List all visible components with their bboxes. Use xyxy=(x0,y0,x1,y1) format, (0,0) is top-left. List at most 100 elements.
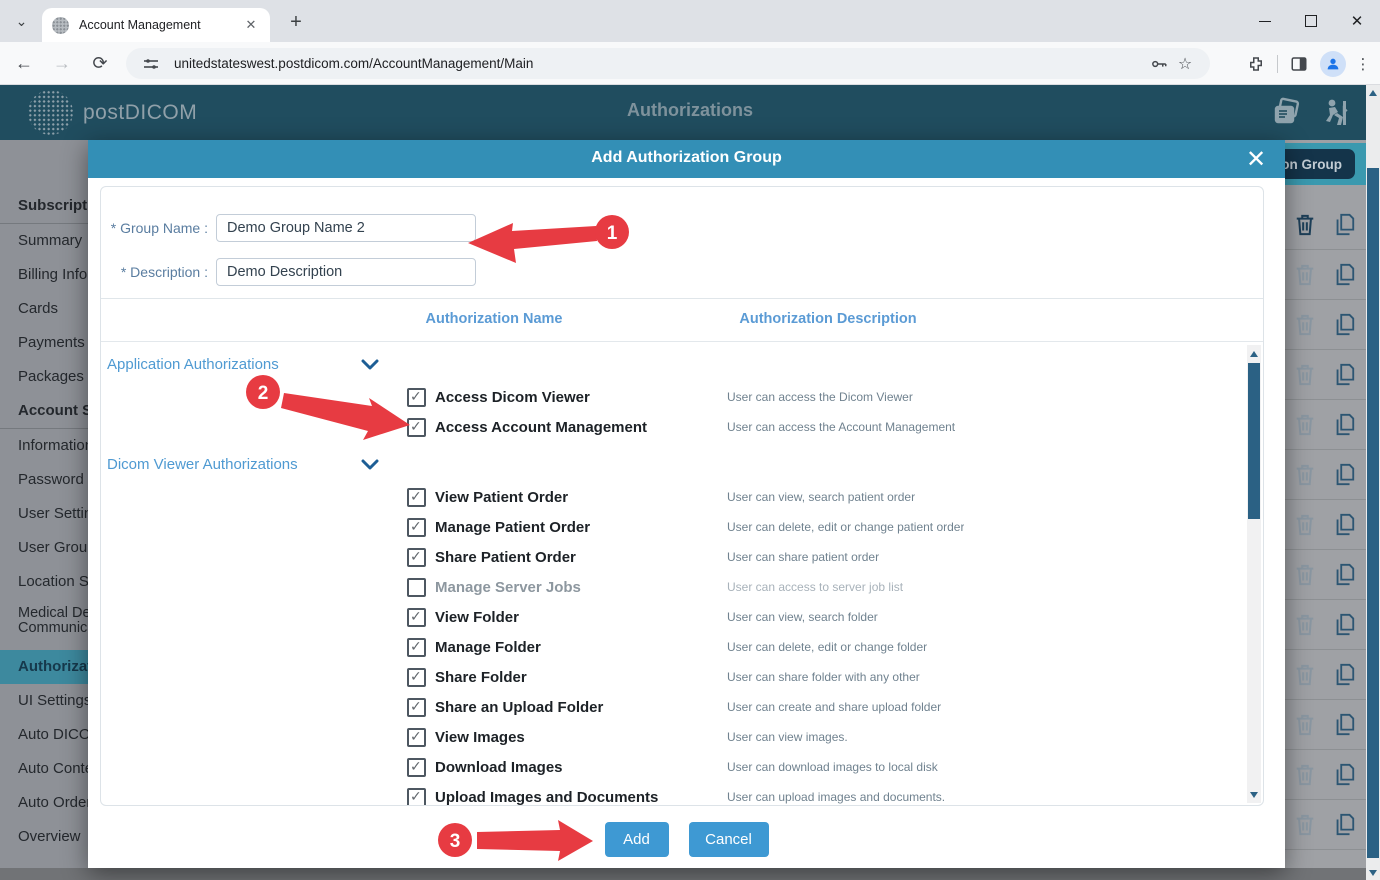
tab-search-button[interactable]: ⌄ xyxy=(8,8,35,35)
checkbox[interactable] xyxy=(407,518,426,537)
group-name-input[interactable] xyxy=(216,214,476,242)
copy-duplicate-icon[interactable] xyxy=(1332,262,1356,288)
checkbox[interactable] xyxy=(407,668,426,687)
delete-trash-icon[interactable] xyxy=(1294,813,1316,837)
copy-duplicate-icon[interactable] xyxy=(1332,212,1356,238)
scroll-up-arrow-icon[interactable] xyxy=(1250,351,1258,357)
new-tab-button[interactable]: + xyxy=(282,8,310,36)
chevron-down-icon[interactable] xyxy=(361,459,379,470)
sidebar-item[interactable]: Information xyxy=(0,429,88,463)
checkbox[interactable] xyxy=(407,728,426,747)
sidebar-item[interactable]: Payments xyxy=(0,326,88,360)
scroll-down-arrow-icon[interactable] xyxy=(1250,792,1258,798)
section-header[interactable]: Dicom Viewer Authorizations xyxy=(107,452,379,476)
chevron-down-icon[interactable] xyxy=(361,359,379,370)
sidebar-item[interactable]: Location Settings xyxy=(0,565,88,599)
copy-duplicate-icon[interactable] xyxy=(1332,562,1356,588)
site-settings-icon[interactable] xyxy=(138,51,164,77)
delete-trash-icon[interactable] xyxy=(1294,463,1316,487)
copy-duplicate-icon[interactable] xyxy=(1332,412,1356,438)
checkbox[interactable] xyxy=(407,638,426,657)
sidebar-item[interactable]: Auto Order Settings xyxy=(0,786,88,820)
add-authorization-group-button[interactable]: Add Authorization Group xyxy=(1285,149,1355,179)
reload-button[interactable]: ⟳ xyxy=(86,49,114,77)
minimize-button[interactable] xyxy=(1242,0,1288,42)
sidebar-item[interactable]: Cards xyxy=(0,292,88,326)
close-window-button[interactable]: ✕ xyxy=(1334,0,1380,42)
extensions-icon[interactable] xyxy=(1243,51,1269,77)
scroll-up-arrow-icon[interactable] xyxy=(1369,90,1377,96)
sidebar-item[interactable]: Account Settings xyxy=(0,394,88,429)
delete-trash-icon[interactable] xyxy=(1294,413,1316,437)
description-input[interactable] xyxy=(216,258,476,286)
scroll-down-arrow-icon[interactable] xyxy=(1369,870,1377,876)
checkbox[interactable] xyxy=(407,578,426,597)
sidebar-item[interactable]: Medical Device Communication xyxy=(0,599,88,650)
authorization-row: Manage Patient Order User can delete, ed… xyxy=(101,512,1263,542)
sidebar-item[interactable]: Subscription xyxy=(0,189,88,224)
table-row xyxy=(1285,700,1366,750)
checkbox[interactable] xyxy=(407,608,426,627)
copy-duplicate-icon[interactable] xyxy=(1332,762,1356,788)
copy-duplicate-icon[interactable] xyxy=(1332,812,1356,838)
url-text[interactable]: unitedstateswest.postdicom.com/AccountMa… xyxy=(174,56,1146,71)
copy-duplicate-icon[interactable] xyxy=(1332,712,1356,738)
sidebar-item[interactable]: User Settings xyxy=(0,497,88,531)
address-bar[interactable]: unitedstateswest.postdicom.com/AccountMa… xyxy=(126,48,1210,79)
copy-duplicate-icon[interactable] xyxy=(1332,612,1356,638)
checkbox[interactable] xyxy=(407,758,426,777)
maximize-button[interactable] xyxy=(1288,0,1334,42)
section-header[interactable]: Application Authorizations xyxy=(107,352,379,376)
delete-trash-icon[interactable] xyxy=(1294,563,1316,587)
add-button[interactable]: Add xyxy=(605,822,669,857)
copy-duplicate-icon[interactable] xyxy=(1332,312,1356,338)
list-scrollbar-thumb[interactable] xyxy=(1248,363,1260,519)
sidebar-item[interactable]: Authorizations xyxy=(0,650,88,684)
password-key-icon[interactable] xyxy=(1146,51,1172,77)
checkbox[interactable] xyxy=(407,418,426,437)
browser-menu-icon[interactable]: ⋮ xyxy=(1354,55,1372,73)
page-scrollbar[interactable] xyxy=(1366,85,1380,880)
copy-duplicate-icon[interactable] xyxy=(1332,362,1356,388)
delete-trash-icon[interactable] xyxy=(1294,313,1316,337)
side-panel-icon[interactable] xyxy=(1286,51,1312,77)
close-dialog-icon[interactable]: ✕ xyxy=(1241,144,1271,174)
checkbox[interactable] xyxy=(407,548,426,567)
delete-trash-icon[interactable] xyxy=(1294,263,1316,287)
cancel-button[interactable]: Cancel xyxy=(689,822,769,857)
delete-trash-icon[interactable] xyxy=(1294,213,1316,237)
delete-trash-icon[interactable] xyxy=(1294,513,1316,537)
delete-trash-icon[interactable] xyxy=(1294,613,1316,637)
sidebar-item[interactable]: UI Settings xyxy=(0,684,88,718)
bookmark-star-icon[interactable]: ☆ xyxy=(1172,51,1198,77)
browser-tab[interactable]: Account Management ✕ xyxy=(42,8,270,42)
image-gallery-icon[interactable] xyxy=(1270,97,1304,129)
delete-trash-icon[interactable] xyxy=(1294,363,1316,387)
checkbox[interactable] xyxy=(407,388,426,407)
page-scrollbar-thumb[interactable] xyxy=(1367,168,1379,858)
delete-trash-icon[interactable] xyxy=(1294,763,1316,787)
close-tab-icon[interactable]: ✕ xyxy=(242,16,260,34)
delete-trash-icon[interactable] xyxy=(1294,713,1316,737)
authorization-row: Access Account Management User can acces… xyxy=(101,412,1263,442)
sidebar-item[interactable]: Billing Information xyxy=(0,258,88,292)
copy-duplicate-icon[interactable] xyxy=(1332,662,1356,688)
checkbox[interactable] xyxy=(407,488,426,507)
sidebar-item[interactable]: Auto Content Settings xyxy=(0,752,88,786)
delete-trash-icon[interactable] xyxy=(1294,663,1316,687)
sidebar-item[interactable]: Overview xyxy=(0,820,88,854)
back-button[interactable]: ← xyxy=(10,49,38,77)
sidebar-item[interactable]: Password xyxy=(0,463,88,497)
copy-duplicate-icon[interactable] xyxy=(1332,462,1356,488)
sidebar-item[interactable]: Summary xyxy=(0,224,88,258)
logout-icon[interactable] xyxy=(1320,97,1354,129)
copy-duplicate-icon[interactable] xyxy=(1332,512,1356,538)
sidebar-item[interactable]: User Groups xyxy=(0,531,88,565)
profile-avatar[interactable] xyxy=(1320,51,1346,77)
sidebar-item[interactable]: Packages xyxy=(0,360,88,394)
checkbox[interactable] xyxy=(407,788,426,806)
forward-button[interactable]: → xyxy=(48,49,76,77)
sidebar-item[interactable]: Auto DICOM Settings xyxy=(0,718,88,752)
checkbox[interactable] xyxy=(407,698,426,717)
list-scrollbar[interactable] xyxy=(1247,345,1261,803)
